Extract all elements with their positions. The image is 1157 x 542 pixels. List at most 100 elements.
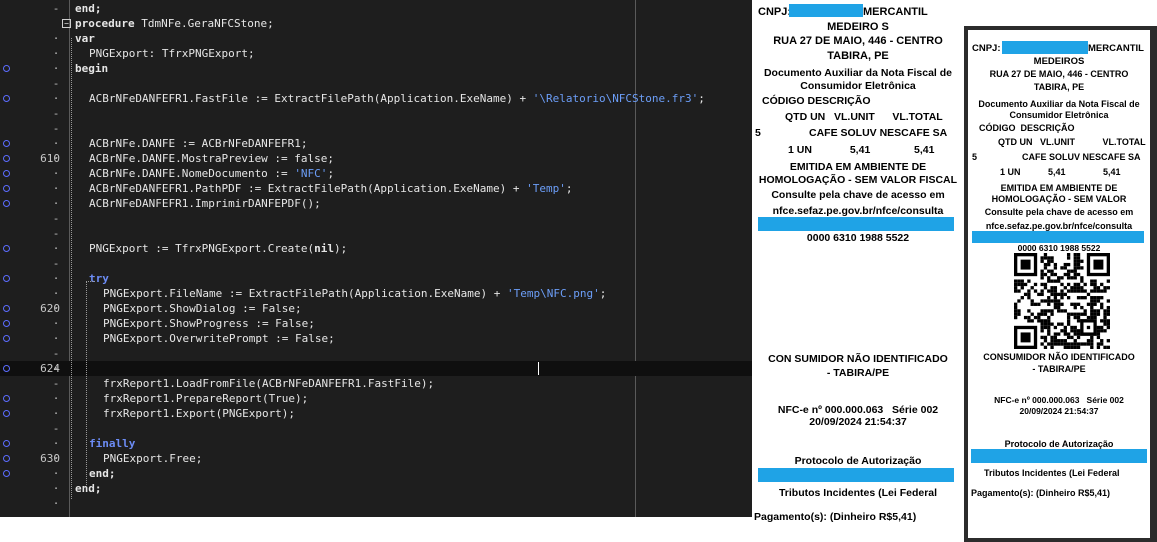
breakpoint-marker-icon[interactable] bbox=[3, 155, 10, 162]
code-token: 'Temp' bbox=[526, 182, 566, 195]
code-text[interactable]: ACBrNFe.DANFE.NomeDocumento := 'NFC'; bbox=[89, 166, 334, 181]
code-line[interactable]: 620 · PNGExport.ShowDialog := False; bbox=[0, 301, 752, 316]
qr-module bbox=[1100, 329, 1104, 333]
breakpoint-marker-icon[interactable] bbox=[3, 470, 10, 477]
breakpoint-marker-icon[interactable] bbox=[3, 365, 10, 372]
qr-module bbox=[1073, 286, 1077, 290]
code-line[interactable]: - frxReport1.LoadFromFile(ACBrNFeDANFEFR1… bbox=[0, 376, 752, 391]
code-line[interactable]: · ACBrNFeDANFEFR1.PathPDF := ExtractFileP… bbox=[0, 181, 752, 196]
breakpoint-marker-icon[interactable] bbox=[3, 440, 10, 447]
company-name: MERCANTIL bbox=[1088, 43, 1144, 54]
breakpoint-marker-icon[interactable] bbox=[3, 395, 10, 402]
code-text[interactable]: PNGExport.ShowDialog := False; bbox=[103, 301, 302, 316]
code-line[interactable]: · ACBrNFeDANFEFR1.ImprimirDANFEPDF(); bbox=[0, 196, 752, 211]
breakpoint-marker-icon[interactable] bbox=[3, 200, 10, 207]
breakpoint-marker-icon[interactable] bbox=[3, 185, 10, 192]
breakpoint-marker-icon[interactable] bbox=[3, 140, 10, 147]
qr-module bbox=[1057, 292, 1061, 297]
code-line[interactable]: · PNGExport.FileName := ExtractFilePath(A… bbox=[0, 286, 752, 301]
code-line[interactable]: - bbox=[0, 226, 752, 241]
code-line[interactable]: · ACBrNFe.DANFE.NomeDocumento := 'NFC'; bbox=[0, 166, 752, 181]
code-line[interactable]: - bbox=[0, 76, 752, 91]
breakpoint-marker-icon[interactable] bbox=[3, 455, 10, 462]
breakpoint-marker-icon[interactable] bbox=[3, 320, 10, 327]
code-line[interactable]: · PNGExport: TfrxPNGExport; bbox=[0, 46, 752, 61]
code-line[interactable]: - bbox=[0, 346, 752, 361]
code-text[interactable]: ACBrNFeDANFEFR1.FastFile := ExtractFileP… bbox=[89, 91, 705, 106]
code-text[interactable]: frxReport1.PrepareReport(True); bbox=[103, 391, 308, 406]
breakpoint-marker-icon[interactable] bbox=[3, 410, 10, 417]
code-line[interactable]: · finally bbox=[0, 436, 752, 451]
qr-module bbox=[1023, 282, 1028, 287]
code-text[interactable]: var bbox=[75, 31, 95, 46]
code-line[interactable]: 630 · PNGExport.Free; bbox=[0, 451, 752, 466]
fold-toggle-icon[interactable]: − bbox=[62, 19, 71, 28]
code-line[interactable]: 610 · ACBrNFe.DANFE.MostraPreview := false… bbox=[0, 151, 752, 166]
qr-module bbox=[1073, 253, 1077, 257]
code-line[interactable]: 624 · bbox=[0, 361, 752, 376]
qr-module bbox=[1076, 335, 1081, 340]
code-text[interactable]: frxReport1.LoadFromFile(ACBrNFeDANFEFR1.… bbox=[103, 376, 434, 391]
item-description: CAFE SOLUV NESCAFE SA bbox=[809, 127, 948, 139]
code-text[interactable]: PNGExport: TfrxPNGExport; bbox=[89, 46, 255, 61]
code-text[interactable]: begin bbox=[75, 61, 108, 76]
breakpoint-marker-icon[interactable] bbox=[3, 170, 10, 177]
code-line[interactable]: · frxReport1.Export(PNGExport); bbox=[0, 406, 752, 421]
text-cursor bbox=[538, 362, 539, 375]
code-text[interactable]: procedure TdmNFe.GeraNFCStone; bbox=[75, 16, 274, 31]
code-line[interactable]: - bbox=[0, 121, 752, 136]
code-line[interactable]: · frxReport1.PrepareReport(True); bbox=[0, 391, 752, 406]
breakpoint-marker-icon[interactable] bbox=[3, 65, 10, 72]
protocol-redaction bbox=[971, 449, 1147, 463]
qr-module bbox=[1096, 332, 1101, 336]
items-header-values: QTD UN VL.UNIT VL.TOTAL bbox=[785, 111, 943, 123]
qr-module bbox=[1066, 276, 1071, 280]
code-line[interactable]: · begin bbox=[0, 61, 752, 76]
qr-module bbox=[1070, 329, 1074, 333]
code-text[interactable]: ACBrNFe.DANFE.MostraPreview := false; bbox=[89, 151, 334, 166]
code-text[interactable]: ACBrNFeDANFEFR1.ImprimirDANFEPDF(); bbox=[89, 196, 321, 211]
code-text[interactable]: ACBrNFeDANFEFR1.PathPDF := ExtractFilePa… bbox=[89, 181, 572, 196]
code-text[interactable]: finally bbox=[89, 436, 135, 451]
code-text[interactable]: PNGExport.ShowProgress := False; bbox=[103, 316, 315, 331]
code-text[interactable]: ACBrNFe.DANFE := ACBrNFeDANFEFR1; bbox=[89, 136, 308, 151]
code-line[interactable]: - bbox=[0, 421, 752, 436]
qr-module bbox=[1053, 342, 1058, 346]
code-line[interactable]: · PNGExport.ShowProgress := False; bbox=[0, 316, 752, 331]
code-text[interactable]: end; bbox=[75, 1, 102, 16]
code-line[interactable]: · ACBrNFeDANFEFR1.FastFile := ExtractFile… bbox=[0, 91, 752, 106]
code-text[interactable]: PNGExport := TfrxPNGExport.Create(nil); bbox=[89, 241, 347, 256]
code-line[interactable]: · PNGExport.OverwritePrompt := False; bbox=[0, 331, 752, 346]
breakpoint-marker-icon[interactable] bbox=[3, 245, 10, 252]
breakpoint-marker-icon[interactable] bbox=[3, 305, 10, 312]
code-token: ACBrNFe.DANFE := ACBrNFeDANFEFR1; bbox=[89, 137, 308, 150]
code-line[interactable]: · ACBrNFe.DANFE := ACBrNFeDANFEFR1; bbox=[0, 136, 752, 151]
qr-module bbox=[1017, 312, 1021, 316]
code-line[interactable]: · bbox=[0, 496, 752, 511]
code-line[interactable]: · var bbox=[0, 31, 752, 46]
code-line[interactable]: · try bbox=[0, 271, 752, 286]
code-text[interactable]: frxReport1.Export(PNGExport); bbox=[103, 406, 295, 421]
code-token: '\Relatorio\NFCStone.fr3' bbox=[532, 92, 699, 105]
qr-module bbox=[1050, 345, 1054, 349]
code-line[interactable]: - bbox=[0, 256, 752, 271]
code-line[interactable]: - bbox=[0, 211, 752, 226]
breakpoint-marker-icon[interactable] bbox=[3, 95, 10, 102]
code-line[interactable]: - end; bbox=[0, 1, 752, 16]
qr-module bbox=[1047, 329, 1051, 333]
code-line[interactable]: · end; bbox=[0, 466, 752, 481]
code-text[interactable]: PNGExport.FileName := ExtractFilePath(Ap… bbox=[103, 286, 606, 301]
code-text[interactable]: PNGExport.Free; bbox=[103, 451, 202, 466]
code-line[interactable]: · PNGExport := TfrxPNGExport.Create(nil); bbox=[0, 241, 752, 256]
code-text[interactable]: PNGExport.OverwritePrompt := False; bbox=[103, 331, 335, 346]
qr-module bbox=[1066, 319, 1071, 323]
code-editor[interactable]: - end; − procedure TdmNFe.GeraNFCStone; · var… bbox=[0, 0, 752, 517]
code-line[interactable]: · end; bbox=[0, 481, 752, 496]
qr-module bbox=[1040, 335, 1044, 340]
breakpoint-marker-icon[interactable] bbox=[3, 335, 10, 342]
nfce-datetime: 20/09/2024 21:54:37 bbox=[809, 416, 907, 428]
code-line[interactable]: - bbox=[0, 106, 752, 121]
breakpoint-marker-icon[interactable] bbox=[3, 275, 10, 282]
qr-module bbox=[1020, 286, 1024, 290]
code-line[interactable]: − procedure TdmNFe.GeraNFCStone; bbox=[0, 16, 752, 31]
